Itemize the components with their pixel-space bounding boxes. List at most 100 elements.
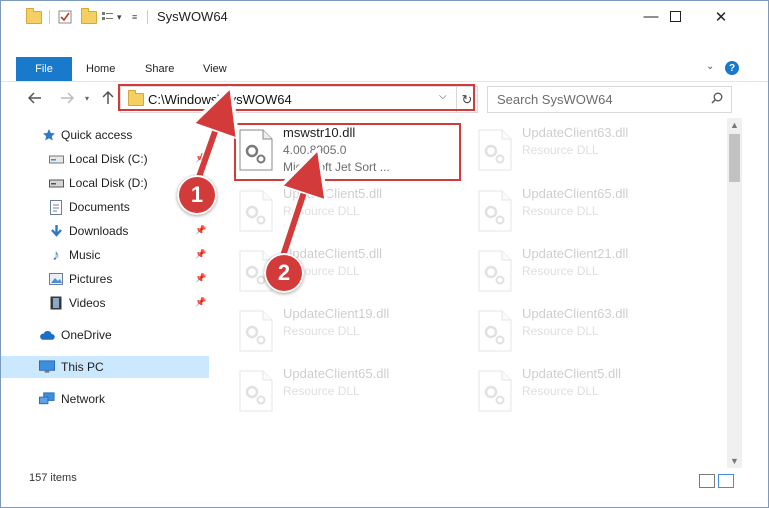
file-description: Resource DLL [522,204,599,218]
search-icon[interactable] [711,92,723,107]
dll-file-icon [478,370,512,415]
callout-badge-1: 1 [177,175,217,215]
file-item[interactable]: UpdateClient65.dll Resource DLL [473,184,698,238]
file-name: UpdateClient65.dll [522,186,629,201]
dll-file-icon [478,250,512,295]
close-button[interactable]: ✕ [698,1,744,32]
window-title: SysWOW64 [157,9,228,24]
file-name: UpdateClient63.dll [522,306,629,321]
qa-dropdown-icon[interactable]: ▾ [117,8,122,26]
sidebar-item-onedrive[interactable]: OneDrive [1,324,209,346]
new-folder-icon[interactable] [81,7,97,26]
file-name: UpdateClient21.dll [522,246,629,261]
dll-file-icon [239,190,273,235]
forward-button[interactable] [57,89,77,107]
file-description: Resource DLL [522,264,599,278]
tab-view[interactable]: View [203,57,227,81]
file-highlight-box [234,123,461,181]
recent-locations-icon[interactable]: ▾ [81,89,93,107]
dll-file-icon [239,370,273,415]
pin-icon[interactable]: 📌 [195,153,206,164]
file-item[interactable]: UpdateClient63.dll Resource DLL [473,123,698,177]
tiles-view-icon[interactable] [718,474,734,488]
sidebar-item-quick-access[interactable]: Quick access [1,124,209,146]
dll-file-icon [478,310,512,355]
file-item[interactable]: UpdateClient5.dll Resource DLL [234,184,459,238]
tab-share[interactable]: Share [145,57,174,81]
file-name: UpdateClient5.dll [283,186,383,201]
address-highlight-box [118,84,475,111]
tab-file[interactable]: File [16,57,72,81]
videos-icon [48,295,64,311]
sidebar-item-music[interactable]: ♪ Music 📌 [1,244,209,266]
download-icon [48,223,64,239]
drive-icon [48,151,64,167]
file-item[interactable]: UpdateClient19.dll Resource DLL [234,304,459,358]
callout-badge-2: 2 [264,253,304,293]
help-icon[interactable]: ? [725,61,739,75]
sidebar-item-network[interactable]: Network [1,388,209,410]
vertical-scrollbar[interactable]: ▲ ▼ [727,118,742,468]
file-description: Resource DLL [522,324,599,338]
file-item[interactable]: UpdateClient65.dll Resource DLL [234,364,459,418]
sidebar-item-this-pc[interactable]: This PC [1,356,209,378]
sidebar-item-label: Videos [69,296,106,310]
qa-customize-arrow-icon[interactable]: ≡ [132,8,137,26]
file-item[interactable]: UpdateClient21.dll Resource DLL [473,244,698,298]
back-button[interactable] [25,89,45,107]
pin-icon[interactable]: 📌 [195,297,206,308]
sidebar-item-label: Network [61,392,106,406]
file-description: Resource DLL [283,204,360,218]
file-description: Resource DLL [522,143,599,157]
sidebar-item-label: Music [69,248,101,262]
file-description: Resource DLL [283,324,360,338]
sidebar-item-label: Documents [69,200,130,214]
sidebar-item-pictures[interactable]: Pictures 📌 [1,268,209,290]
status-item-count: 157 items [29,472,77,484]
up-button[interactable] [100,89,116,107]
computer-icon [39,359,55,375]
maximize-button[interactable] [652,1,698,32]
network-icon [39,391,55,407]
folder-icon [26,7,42,26]
file-description: Resource DLL [283,384,360,398]
pictures-icon [48,271,64,287]
drive-icon [48,175,64,191]
pin-icon[interactable]: 📌 [195,249,206,260]
tab-home[interactable]: Home [86,57,115,81]
navigation-pane: Quick access Local Disk (C:) 📌 Local Dis… [1,119,211,469]
cloud-icon [39,327,55,343]
scrollbar-thumb[interactable] [729,134,740,182]
music-icon: ♪ [52,246,60,264]
ribbon-tabs: File Home Share View [1,57,768,82]
sidebar-item-label: Quick access [61,128,133,142]
sidebar-item-label: This PC [61,360,104,374]
customize-qa-icon[interactable] [101,8,115,26]
sidebar-item-downloads[interactable]: Downloads 📌 [1,220,209,242]
star-icon [41,127,57,143]
sidebar-item-label: Pictures [69,272,113,286]
details-view-icon[interactable] [699,474,715,488]
file-name: UpdateClient19.dll [283,306,390,321]
pin-icon[interactable]: 📌 [195,225,206,236]
file-item[interactable]: UpdateClient63.dll Resource DLL [473,304,698,358]
sidebar-item-local-disk-c[interactable]: Local Disk (C:) 📌 [1,148,209,170]
sidebar-item-label: Downloads [69,224,129,238]
properties-icon[interactable] [58,8,72,26]
search-input[interactable]: Search SysWOW64 [487,86,732,113]
divider [147,10,148,24]
expand-ribbon-icon[interactable]: ⌄ [706,61,714,72]
file-item[interactable]: UpdateClient5.dll Resource DLL [473,364,698,418]
documents-icon [48,199,64,215]
dll-file-icon [478,129,512,174]
file-name: UpdateClient63.dll [522,125,629,140]
dll-file-icon [239,310,273,355]
scroll-down-icon[interactable]: ▼ [730,456,739,466]
pin-icon[interactable]: 📌 [195,273,206,284]
scroll-up-icon[interactable]: ▲ [730,120,739,130]
search-placeholder: Search SysWOW64 [497,92,613,107]
file-name: UpdateClient5.dll [522,366,622,381]
sidebar-item-label: Local Disk (D:) [69,176,148,190]
sidebar-item-videos[interactable]: Videos 📌 [1,292,209,314]
sidebar-item-label: OneDrive [61,328,112,342]
